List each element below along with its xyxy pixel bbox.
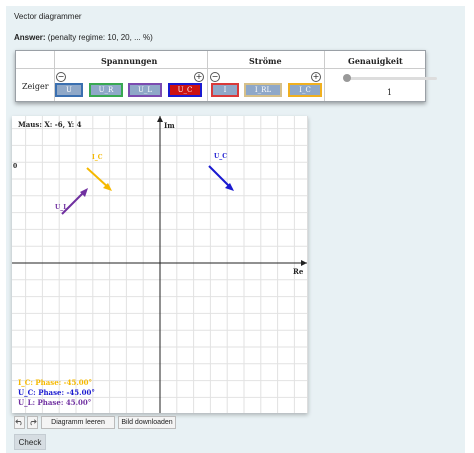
header-divider [16, 68, 425, 69]
download-image-button[interactable]: Bild downloaden [118, 416, 176, 429]
redo-icon [30, 419, 37, 426]
header-voltages: Spannungen [101, 56, 158, 66]
remove-current-button[interactable]: − [210, 72, 220, 82]
header-currents: Ströme [249, 56, 282, 66]
row-label-zeiger: Zeiger [22, 82, 49, 91]
chip-u-c[interactable]: U_C [168, 83, 202, 97]
redo-button[interactable] [27, 416, 38, 429]
chip-i[interactable]: I [211, 83, 239, 97]
chip-i-rl[interactable]: I_RL [244, 83, 282, 97]
phase-u-l: U_L: Phase: 45.00° [18, 398, 92, 407]
vector-label-u-c: U_C [214, 153, 227, 160]
chip-u-r[interactable]: U_R [89, 83, 123, 97]
header-accuracy: Genauigkeit [348, 56, 403, 66]
add-current-button[interactable]: + [311, 72, 321, 82]
answer-line: Answer: (penalty regime: 10, 20, ... %) [14, 33, 153, 42]
chip-i-c[interactable]: I_C [288, 83, 322, 97]
mouse-position-readout: Maus: X: -6, Y: 4 [18, 120, 82, 129]
accuracy-value: 1 [387, 88, 393, 97]
accuracy-slider-handle[interactable] [343, 74, 351, 82]
chip-u[interactable]: U [55, 83, 83, 97]
penalty-text: (penalty regime: 10, 20, ... %) [47, 33, 153, 42]
axis-label-re: Re [293, 267, 304, 276]
vector-label-i-c: I_C [92, 154, 103, 161]
column-divider [207, 51, 208, 101]
phasor-table: Spannungen Ströme Genauigkeit Zeiger − +… [15, 50, 437, 102]
question-title: Vector diagrammer [14, 12, 82, 21]
column-divider [324, 51, 325, 101]
axis-label-im: Im [164, 121, 175, 130]
undo-button[interactable] [14, 416, 25, 429]
undo-icon [15, 419, 22, 426]
chip-u-l[interactable]: U_L [128, 83, 162, 97]
check-button[interactable]: Check [14, 434, 46, 450]
vector-plot[interactable]: Im Re 0 I_C U_C U_L Maus: X: -6, Y: 4 I_… [12, 116, 308, 413]
answer-label: Answer: [14, 33, 46, 42]
phase-i-c: I_C: Phase: -45.00° [18, 378, 92, 387]
plot-canvas[interactable]: Im Re 0 I_C U_C U_L [12, 116, 307, 413]
accuracy-slider-track[interactable] [347, 77, 437, 80]
vector-label-u-l: U_L [55, 204, 68, 211]
tick-label-zero: 0 [13, 163, 17, 170]
clear-diagram-button[interactable]: Diagramm leeren [41, 416, 115, 429]
re-axis-arrow [301, 260, 307, 266]
phase-u-c: U_C: Phase: -45.00° [18, 388, 95, 397]
remove-voltage-button[interactable]: − [56, 72, 66, 82]
add-voltage-button[interactable]: + [194, 72, 204, 82]
im-axis-arrow [157, 116, 163, 122]
